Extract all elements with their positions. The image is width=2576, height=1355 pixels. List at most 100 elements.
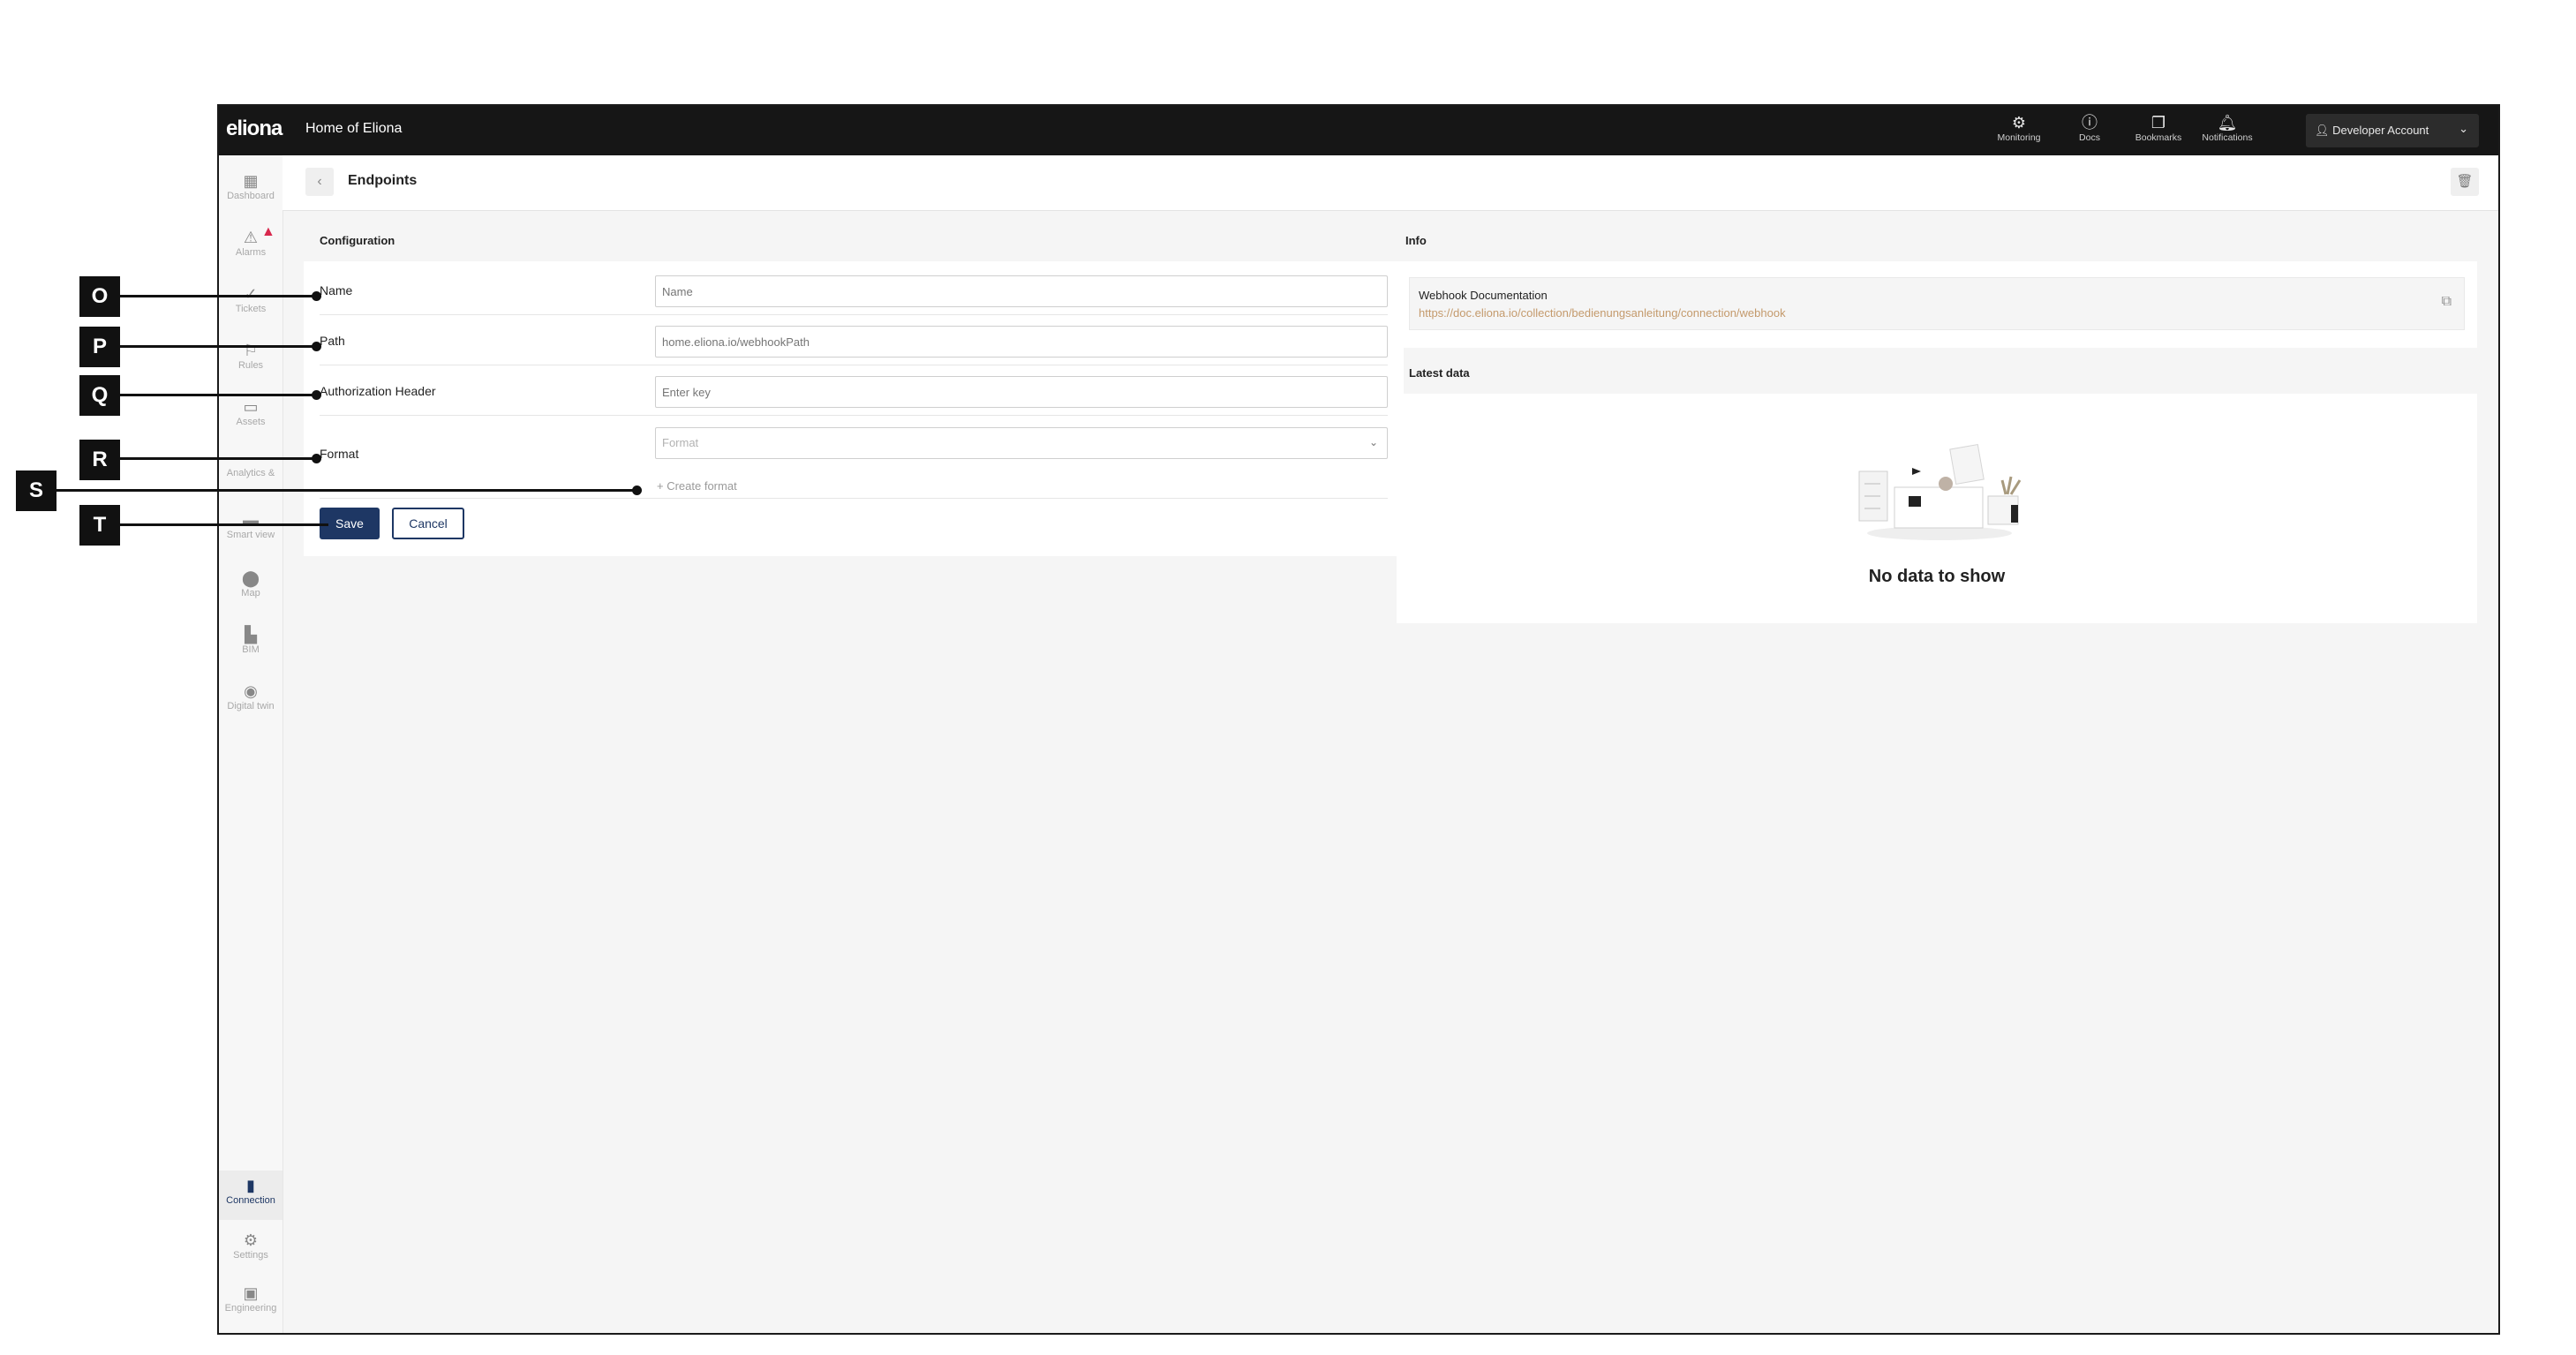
trash-icon: 🗑︎ [2456, 174, 2474, 189]
format-label: Format [320, 447, 359, 461]
callout-pointer-dot [312, 454, 321, 463]
sidebar-item-label: Tickets [235, 304, 267, 314]
sidebar-item-label: Rules [237, 360, 264, 371]
app-window: eliona Home of Eliona ⚙ Monitoring ⓘ Doc… [217, 104, 2500, 1335]
monitoring-label: Monitoring [1997, 132, 2041, 143]
sidebar-item-label: Alarms [235, 247, 267, 258]
bell-icon: 🔔︎ [2217, 114, 2238, 132]
account-menu[interactable]: 👤︎ Developer Account ⌄ [2306, 114, 2479, 147]
callout-r: R [79, 440, 120, 480]
smart-view-icon: ▬ [243, 511, 259, 529]
name-input[interactable] [655, 275, 1388, 307]
account-name: Developer Account [2332, 124, 2429, 137]
sidebar-item-tickets[interactable]: ✓ Tickets [219, 284, 282, 314]
monitoring-button[interactable]: ⚙ Monitoring [1988, 113, 2050, 143]
latest-data-panel: No data to show [1397, 394, 2477, 623]
digital-twin-icon: ◉ [244, 682, 258, 700]
callout-leader-line [120, 523, 328, 526]
sidebar-item-label: Engineering [224, 1303, 277, 1314]
top-bar: eliona Home of Eliona ⚙ Monitoring ⓘ Doc… [219, 106, 2498, 155]
chevron-down-icon: ⌄ [1368, 436, 1378, 448]
sidebar-item-assets[interactable]: ▭ Assets [219, 397, 282, 427]
sidebar-item-engineering[interactable]: ▣ Engineering [219, 1283, 282, 1314]
back-button[interactable]: ‹ [305, 168, 334, 196]
callout-pointer-dot [312, 291, 321, 301]
sidebar-item-analytics[interactable]: ⋯ Analytics & [219, 448, 282, 478]
sidebar-item-label: Settings [233, 1250, 268, 1261]
sidebar-item-digital-twin[interactable]: ◉ Digital twin [219, 681, 282, 711]
configuration-panel: Name Path Authorization Header Format Fo… [304, 261, 1404, 556]
connection-icon: ▮ [246, 1177, 255, 1194]
eliona-logo[interactable]: eliona [226, 117, 282, 141]
bookmarks-label: Bookmarks [2135, 132, 2182, 143]
sidebar-item-dashboard[interactable]: ▦ Dashboard [219, 171, 282, 201]
bookmark-icon: ❐ [2150, 114, 2166, 132]
sidebar-item-label: Map [241, 588, 260, 598]
path-label: Path [320, 334, 345, 348]
format-select[interactable]: Format ⌄ [655, 427, 1388, 459]
sidebar-item-connection[interactable]: ▮ Connection [219, 1171, 282, 1220]
user-icon: 👤︎ [2315, 124, 2330, 137]
notifications-label: Notifications [2202, 132, 2253, 143]
callout-leader-line [120, 457, 316, 460]
rules-icon: ⚐ [243, 342, 259, 359]
sidebar-item-label: Analytics & [226, 468, 275, 478]
assets-icon: ▭ [243, 398, 259, 416]
divider [320, 415, 1388, 416]
callout-p: P [79, 327, 120, 367]
callout-leader-line [120, 394, 316, 396]
save-button[interactable]: Save [320, 508, 380, 539]
sidebar-item-label: Smart view [226, 530, 275, 540]
sidebar-item-label: Dashboard [227, 191, 275, 201]
path-input[interactable] [655, 326, 1388, 358]
divider [320, 498, 1388, 499]
callout-o: O [79, 276, 120, 317]
callout-pointer-dot [632, 486, 642, 495]
sidebar-item-label: BIM [242, 644, 260, 655]
sidebar: ▦ Dashboard ⚠ ▲ Alarms ✓ Tickets ⚐ Rules… [219, 155, 283, 1333]
bookmarks-button[interactable]: ❐ Bookmarks [2128, 113, 2189, 143]
page-header: ‹ Endpoints 🗑︎ [282, 155, 2498, 211]
authorization-header-label: Authorization Header [320, 384, 436, 398]
callout-pointer-dot [312, 342, 321, 351]
app-title: Home of Eliona [305, 121, 403, 136]
cancel-button[interactable]: Cancel [392, 508, 464, 539]
format-select-placeholder: Format [662, 436, 699, 449]
bim-icon: ▙ [245, 626, 257, 644]
sidebar-item-label: Digital twin [227, 701, 275, 711]
info-title: Info [1405, 234, 1427, 247]
callout-leader-line [56, 489, 637, 492]
empty-state-message: No data to show [1868, 567, 2006, 586]
authorization-header-input[interactable] [655, 376, 1388, 408]
callout-q: Q [79, 375, 120, 416]
sidebar-item-label: Assets [236, 417, 266, 427]
delete-button[interactable]: 🗑︎ [2451, 168, 2479, 196]
alarm-badge-icon: ▲ [261, 224, 275, 239]
callout-s: S [16, 470, 56, 511]
info-panel: Webhook Documentation https://doc.eliona… [1397, 261, 2477, 348]
sidebar-item-label: Connection [226, 1195, 275, 1206]
sidebar-item-bim[interactable]: ▙ BIM [219, 625, 282, 655]
ticket-icon: ✓ [244, 285, 258, 303]
external-link-icon[interactable]: ⧉ [2442, 294, 2452, 310]
engineering-icon: ▣ [243, 1284, 259, 1302]
name-label: Name [320, 283, 353, 297]
docs-button[interactable]: ⓘ Docs [2059, 113, 2120, 143]
notifications-button[interactable]: 🔔︎ Notifications [2196, 113, 2258, 143]
documentation-title: Webhook Documentation [1419, 289, 1548, 302]
chevron-left-icon: ‹ [317, 174, 322, 189]
page-title: Endpoints [348, 173, 418, 188]
create-format-link[interactable]: + Create format [657, 479, 737, 493]
sidebar-item-map[interactable]: ⬤ Map [219, 568, 282, 598]
configuration-title: Configuration [320, 234, 395, 247]
callout-leader-line [120, 295, 316, 297]
empty-state-illustration-icon [1858, 443, 2022, 540]
documentation-link[interactable]: https://doc.eliona.io/collection/bedienu… [1419, 306, 1786, 320]
docs-label: Docs [2079, 132, 2100, 143]
documentation-card[interactable]: Webhook Documentation https://doc.eliona… [1409, 277, 2465, 330]
callout-leader-line [120, 345, 316, 348]
map-pin-icon: ⬤ [241, 569, 260, 587]
sidebar-item-settings[interactable]: ⚙ Settings [219, 1231, 282, 1261]
callout-pointer-dot [312, 390, 321, 400]
sidebar-item-alarms[interactable]: ⚠ ▲ Alarms [219, 224, 282, 258]
